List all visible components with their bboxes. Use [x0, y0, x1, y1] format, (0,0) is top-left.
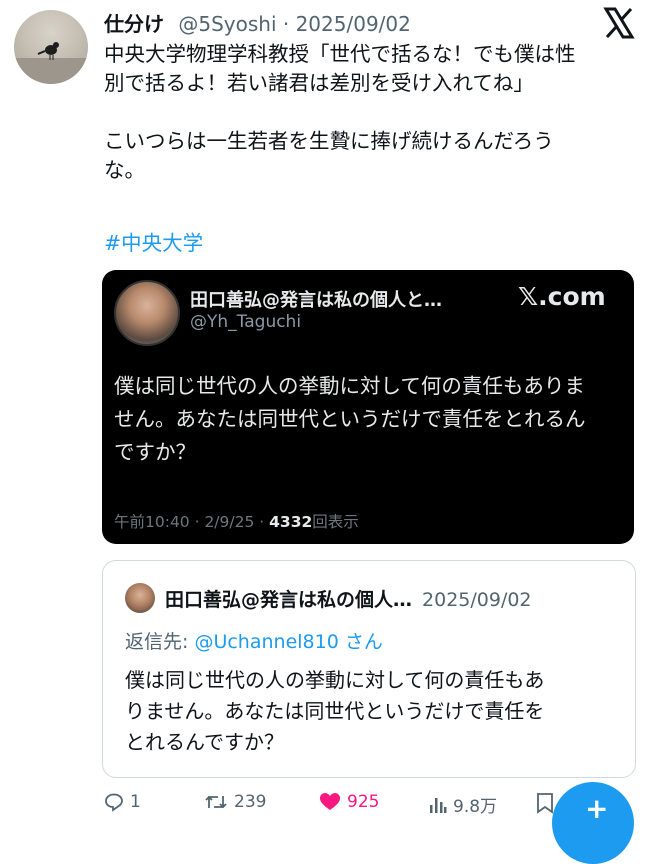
embed-view-label: 回表示 [312, 513, 359, 531]
quote-text: 僕は同じ世代の人の挙動に対して何の責任もあ りません。あなたは同世代というだけで… [125, 668, 545, 754]
reply-icon [105, 793, 123, 812]
author-name[interactable]: 仕分け [104, 12, 164, 36]
bookmark-icon [537, 793, 553, 814]
tweet-header: 仕分け @5Syoshi · 2025/09/02 [104, 8, 411, 37]
compose-button[interactable]: + [552, 782, 634, 864]
embed-footer: 午前10:40 · 2/9/25 · 4332回表示 [114, 510, 359, 532]
reply-button[interactable]: 1 [104, 792, 141, 812]
embed-view-count: 4332 [269, 513, 313, 531]
quoted-post-card[interactable]: 田口善弘@発言は私の個人… 2025/09/02 返信先: @Uchannel81… [102, 560, 636, 778]
retweet-button[interactable]: 239 [204, 792, 266, 812]
quote-header: 田口善弘@発言は私の個人… 2025/09/02 [165, 585, 532, 612]
embed-text: 僕は同じ世代の人の挙動に対して何の責任もありま せん。あなたは同世代というだけで… [114, 374, 586, 464]
author-avatar[interactable] [14, 10, 88, 84]
embedded-post-card[interactable]: 田口善弘@発言は私の個人と… @Yh_Taguchi 𝕏.com 僕は同じ世代の… [102, 270, 634, 544]
heart-icon [320, 793, 340, 810]
views-count: 9.8万 [453, 797, 498, 817]
embed-author-handle: @Yh_Taguchi [190, 312, 302, 332]
quote-avatar [125, 583, 155, 613]
embed-author-name: 田口善弘@発言は私の個人と… [190, 290, 442, 311]
hashtag-link[interactable]: #中央大学 [104, 226, 203, 256]
action-bar: 1 239 925 9.8万 [104, 792, 624, 820]
embed-avatar [114, 280, 180, 346]
x-logo-icon[interactable] [602, 6, 636, 40]
plus-icon: + [585, 792, 609, 825]
reply-count: 1 [130, 792, 141, 812]
views-button[interactable]: 9.8万 [429, 792, 497, 817]
quote-date: 2025/09/02 [422, 589, 532, 611]
embed-timestamp: 午前10:40 · 2/9/25 · [114, 513, 270, 531]
author-handle-date[interactable]: @5Syoshi · 2025/09/02 [178, 12, 411, 36]
quote-reply-to: 返信先: @Uchannel810 さん [125, 627, 383, 654]
views-icon [430, 797, 447, 813]
retweet-icon [205, 795, 227, 809]
embed-site-label: 𝕏.com [518, 282, 606, 311]
tweet-text: 中央大学物理学科教授「世代で括るな！でも僕は性 別で括るよ！若い諸君は差別を受け… [104, 42, 576, 182]
reply-prefix: 返信先: [125, 631, 195, 653]
retweet-count: 239 [234, 792, 267, 812]
like-button[interactable]: 925 [319, 792, 379, 812]
reply-mention-link[interactable]: @Uchannel810 さん [194, 631, 382, 653]
like-count: 925 [347, 792, 380, 812]
quote-author-name: 田口善弘@発言は私の個人… [165, 589, 413, 611]
